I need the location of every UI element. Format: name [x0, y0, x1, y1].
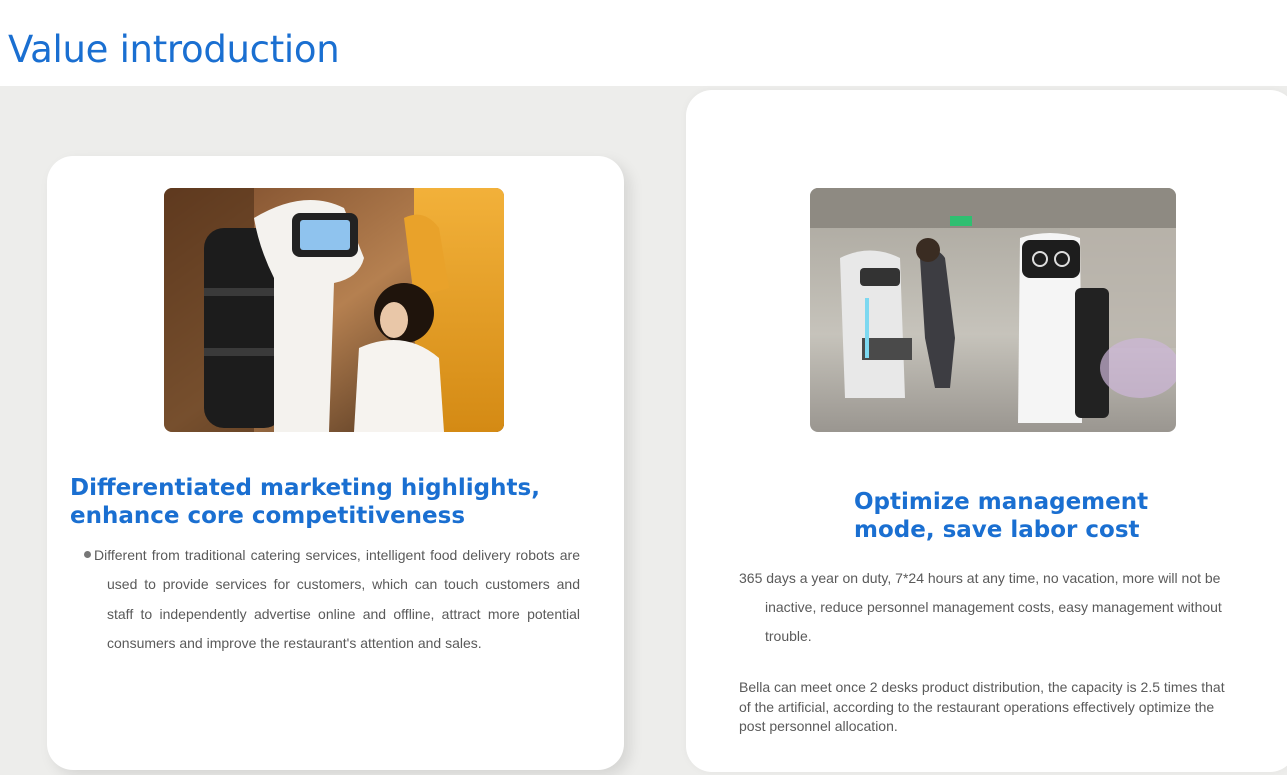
card-marketing: Differentiated marketing highlights, enh…: [47, 156, 624, 770]
marketing-heading: Differentiated marketing highlights, enh…: [70, 474, 590, 530]
marketing-heading-line1: Differentiated marketing highlights,: [70, 475, 540, 501]
marketing-body: Different from traditional catering serv…: [94, 547, 580, 652]
management-heading-line1: Optimize management: [854, 489, 1149, 515]
card-management: Optimize management mode, save labor cos…: [686, 90, 1287, 772]
robots-restaurant-photo: [810, 188, 1176, 432]
marketing-paragraph: Different from traditional catering serv…: [84, 541, 580, 659]
management-paragraph-1: 365 days a year on duty, 7*24 hours at a…: [739, 570, 1222, 644]
robot-child-photo: [164, 188, 504, 432]
management-heading: Optimize management mode, save labor cos…: [854, 488, 1194, 544]
bullet-icon: [84, 551, 91, 558]
management-heading-line2: mode, save labor cost: [854, 517, 1140, 543]
management-paragraph-2: Bella can meet once 2 desks product dist…: [739, 679, 1225, 734]
page-title: Value introduction: [8, 28, 340, 71]
marketing-heading-line2: enhance core competitiveness: [70, 503, 466, 529]
